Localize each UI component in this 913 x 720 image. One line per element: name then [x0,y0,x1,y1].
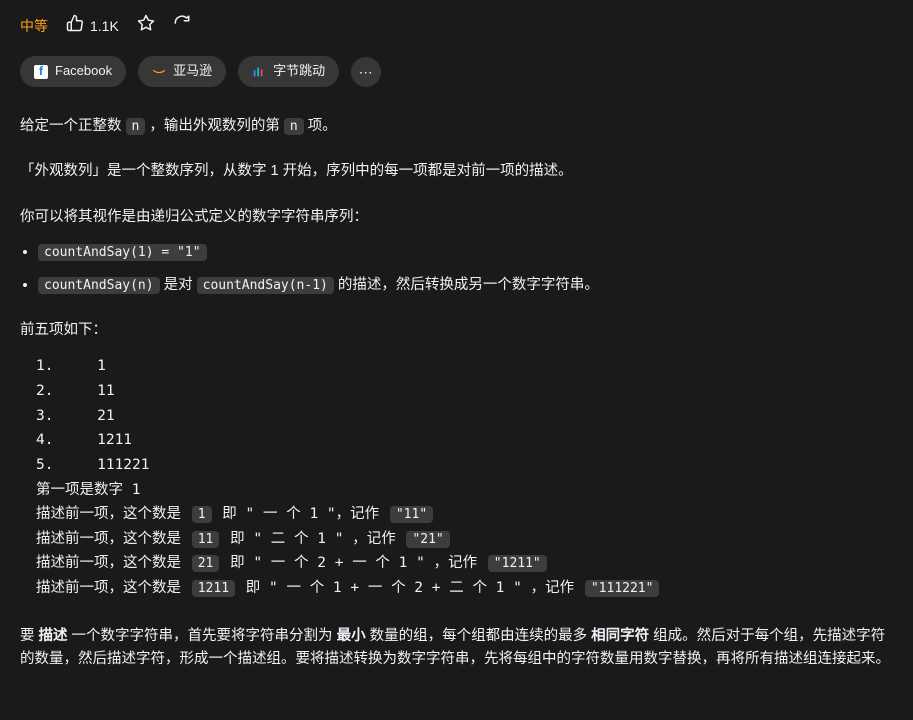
block-line: 描述前一项，这个数是 21 即 " 一 个 2 + 一 个 1 " ，记作 "1… [36,555,549,571]
block-line: 描述前一项，这个数是 1211 即 " 一 个 1 + 一 个 2 + 二 个 … [36,580,661,596]
example-block: 1. 1 2. 11 3. 21 4. 1211 5. 111221 第一项是数… [20,354,893,600]
text-run: 即 " 一 个 2 + 一 个 1 " ，记作 [221,555,485,571]
tag-label: Facebook [55,61,112,82]
tag-label: 亚马逊 [173,61,212,82]
inline-code: countAndSay(1) = "1" [38,244,207,261]
inline-code: n [126,118,146,135]
block-line: 描述前一项，这个数是 1 即 " 一 个 1 "，记作 "11" [36,506,435,522]
bold-text: 相同字符 [591,628,649,644]
text-run: 描述前一项，这个数是 [36,555,190,571]
tag-bytedance[interactable]: 字节跳动 [238,56,339,87]
text-run: 的描述，然后转换成另一个数字字符串。 [334,277,599,293]
block-line: 5. 111221 [36,457,150,473]
block-line: 2. 11 [36,383,115,399]
bytedance-icon [252,65,266,79]
text-run: 描述前一项，这个数是 [36,531,190,547]
tag-amazon[interactable]: 亚马逊 [138,56,226,87]
header-row: 中等 1.1K [20,14,893,38]
bold-text: 描述 [39,628,68,644]
paragraph: 前五项如下： [20,319,893,342]
text-run: 给定一个正整数 [20,118,126,134]
company-tags: f Facebook 亚马逊 字节跳动 ⋯ [20,56,893,87]
inline-code: 1 [192,506,212,523]
text-run: 即 " 二 个 1 " ，记作 [221,531,404,547]
block-line: 1. 1 [36,358,106,374]
list-item: countAndSay(1) = "1" [38,241,893,264]
inline-code: "1211" [488,555,547,572]
tag-facebook[interactable]: f Facebook [20,56,126,87]
text-run: 即 " 一 个 1 + 一 个 2 + 二 个 1 " ，记作 [237,580,583,596]
text-run: 数量的组，每个组都由连续的最多 [366,628,592,644]
text-run: 项。 [304,118,337,134]
block-line: 4. 1211 [36,432,132,448]
text-run: 即 " 一 个 1 "，记作 [214,506,388,522]
inline-code: 11 [192,531,220,548]
facebook-icon: f [34,65,48,79]
share-button[interactable] [173,14,191,38]
inline-code: countAndSay(n) [38,277,160,294]
list-item: countAndSay(n) 是对 countAndSay(n-1) 的描述，然… [38,274,893,297]
text-run: 要 [20,628,39,644]
favorite-button[interactable] [137,14,155,38]
ellipsis-icon: ⋯ [359,61,374,83]
text-run: ，输出外观数列的第 [145,118,284,134]
difficulty-label: 中等 [20,15,48,37]
block-line: 描述前一项，这个数是 11 即 " 二 个 1 " ，记作 "21" [36,531,452,547]
paragraph: 给定一个正整数 n ，输出外观数列的第 n 项。 [20,115,893,138]
inline-code: "21" [406,531,449,548]
tag-label: 字节跳动 [273,61,325,82]
text-run: 一个数字字符串，首先要将字符串分割为 [68,628,337,644]
text-run: 描述前一项，这个数是 [36,506,190,522]
paragraph: 「外观数列」是一个整数序列，从数字 1 开始，序列中的每一项都是对前一项的描述。 [20,160,893,183]
amazon-icon [152,65,166,79]
text-run: 描述前一项，这个数是 [36,580,190,596]
inline-code: countAndSay(n-1) [197,277,334,294]
thumbs-up-icon [66,14,84,38]
block-line: 第一项是数字 1 [36,482,140,498]
like-button[interactable]: 1.1K [66,14,119,38]
inline-code: 21 [192,555,220,572]
text-run: 是对 [160,277,197,293]
like-count: 1.1K [90,15,119,37]
inline-code: n [284,118,304,135]
inline-code: 1211 [192,580,235,597]
bold-text: 最小 [337,628,366,644]
paragraph: 要 描述 一个数字字符串，首先要将字符串分割为 最小 数量的组，每个组都由连续的… [20,625,893,671]
star-icon [137,14,155,38]
bullet-list: countAndSay(1) = "1" countAndSay(n) 是对 c… [20,241,893,297]
problem-description: 给定一个正整数 n ，输出外观数列的第 n 项。 「外观数列」是一个整数序列，从… [20,115,893,671]
inline-code: "11" [390,506,433,523]
paragraph: 你可以将其视作是由递归公式定义的数字字符串序列： [20,206,893,229]
share-icon [173,14,191,38]
block-line: 3. 21 [36,408,115,424]
inline-code: "111221" [585,580,660,597]
more-tags-button[interactable]: ⋯ [351,57,381,87]
